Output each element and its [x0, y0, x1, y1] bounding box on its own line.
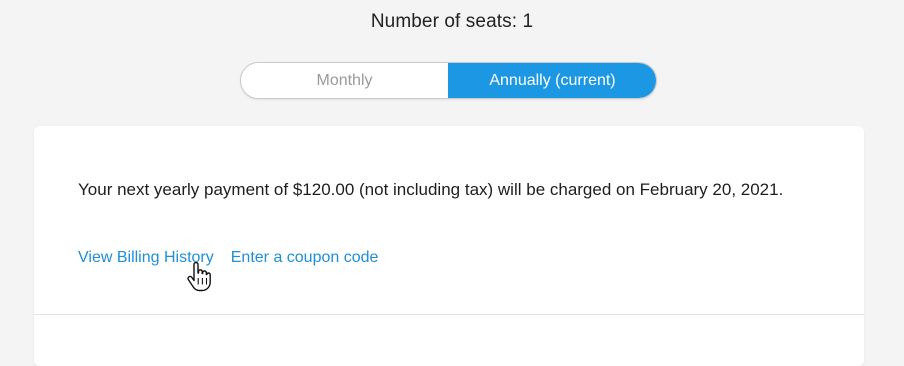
annual-option[interactable]: Annually (current): [448, 63, 656, 98]
next-payment-message: Your next yearly payment of $120.00 (not…: [78, 180, 784, 199]
billing-card: Your next yearly payment of $120.00 (not…: [34, 126, 864, 366]
card-divider: [34, 314, 864, 315]
billing-period-toggle[interactable]: Monthly Annually (current): [240, 62, 657, 99]
billing-links: View Billing History Enter a coupon code: [78, 249, 378, 267]
hand-pointer-icon: [187, 262, 211, 292]
seats-title: Number of seats: 1: [370, 11, 534, 32]
monthly-option[interactable]: Monthly: [241, 63, 448, 98]
enter-coupon-code-link[interactable]: Enter a coupon code: [231, 249, 379, 267]
